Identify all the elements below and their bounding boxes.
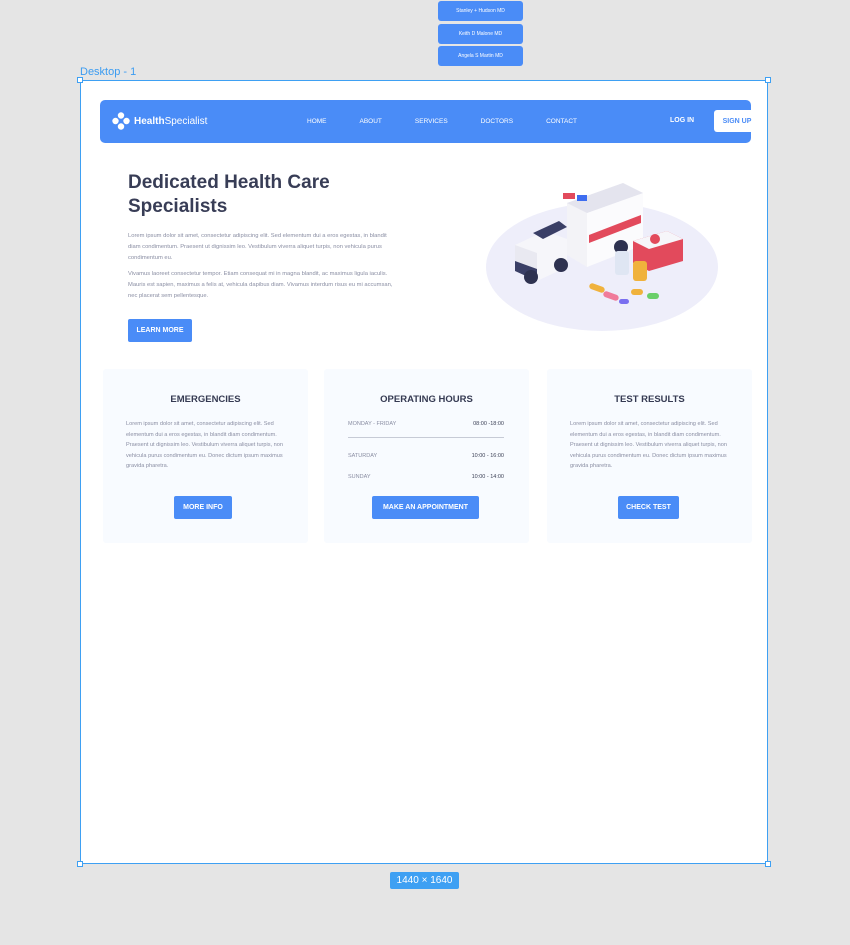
hours-row: SUNDAY 10:00 - 14:00: [348, 474, 504, 480]
hours-day: MONDAY - FRIDAY: [348, 421, 397, 427]
brand-logo[interactable]: HealthSpecialist: [112, 112, 207, 130]
resize-handle[interactable]: [765, 861, 771, 867]
card-title: EMERGENCIES: [170, 394, 241, 405]
make-appointment-button[interactable]: MAKE AN APPOINTMENT: [372, 496, 479, 519]
nav-services[interactable]: SERVICES: [415, 118, 448, 125]
hours-time: 10:00 - 14:00: [471, 474, 504, 480]
card-text: Lorem ipsum dolor sit amet, consectetur …: [126, 421, 284, 469]
hours-day: SUNDAY: [348, 474, 371, 480]
hours-row: MONDAY - FRIDAY 08:00 -18:00: [348, 421, 504, 427]
hours-time: 08:00 -18:00: [473, 421, 504, 427]
brand-name-light: Specialist: [164, 115, 208, 127]
layer-chip[interactable]: Angela S Martin MD: [438, 46, 523, 66]
emergencies-card: EMERGENCIES Lorem ipsum dolor sit amet, …: [103, 369, 308, 543]
hours-time: 10:00 - 16:00: [471, 453, 504, 459]
hero-paragraph: Lorem ipsum dolor sit amet, consectetur …: [128, 233, 387, 261]
card-text: Lorem ipsum dolor sit amet, consectetur …: [570, 421, 728, 469]
hours-day: SATURDAY: [348, 453, 378, 459]
test-results-card: TEST RESULTS Lorem ipsum dolor sit amet,…: [547, 369, 752, 543]
operating-hours-card: OPERATING HOURS MONDAY - FRIDAY 08:00 -1…: [324, 369, 529, 543]
more-info-button[interactable]: MORE INFO: [174, 496, 232, 519]
brand-name-bold: Health: [134, 115, 165, 127]
layer-chip[interactable]: Stanley + Hudson MD: [438, 1, 523, 21]
frame-size-badge: 1440 × 1640: [390, 872, 459, 889]
hero-title: Dedicated Health Care Specialists: [128, 172, 330, 217]
card-title: TEST RESULTS: [614, 394, 685, 405]
nav-home[interactable]: HOME: [307, 118, 327, 125]
hours-row: SATURDAY 10:00 - 16:00: [348, 453, 504, 459]
ambulance-illustration: [486, 183, 718, 331]
hero-paragraph: Vivamus laoreet consectetur tempor. Etia…: [128, 271, 393, 299]
navbar: HealthSpecialist HOME ABOUT SERVICES DOC…: [100, 100, 760, 143]
divider: [348, 437, 504, 438]
signup-button[interactable]: SIGN UP: [714, 110, 760, 132]
resize-handle[interactable]: [77, 861, 83, 867]
check-test-button[interactable]: CHECK TEST: [618, 496, 679, 519]
health-logo-icon: [112, 112, 130, 130]
desktop-frame[interactable]: HealthSpecialist HOME ABOUT SERVICES DOC…: [77, 77, 771, 867]
login-link[interactable]: LOG IN: [670, 117, 694, 124]
learn-more-button[interactable]: LEARN MORE: [128, 319, 192, 342]
nav-doctors[interactable]: DOCTORS: [481, 118, 513, 125]
nav-contact[interactable]: CONTACT: [546, 118, 577, 125]
card-title: OPERATING HOURS: [380, 394, 473, 405]
nav-links: HOME ABOUT SERVICES DOCTORS CONTACT: [307, 100, 610, 143]
layer-chip[interactable]: Keith D Malone MD: [438, 24, 523, 44]
nav-about[interactable]: ABOUT: [360, 118, 382, 125]
resize-handle[interactable]: [77, 77, 83, 83]
resize-handle[interactable]: [765, 77, 771, 83]
frame-label[interactable]: Desktop - 1: [80, 66, 136, 78]
